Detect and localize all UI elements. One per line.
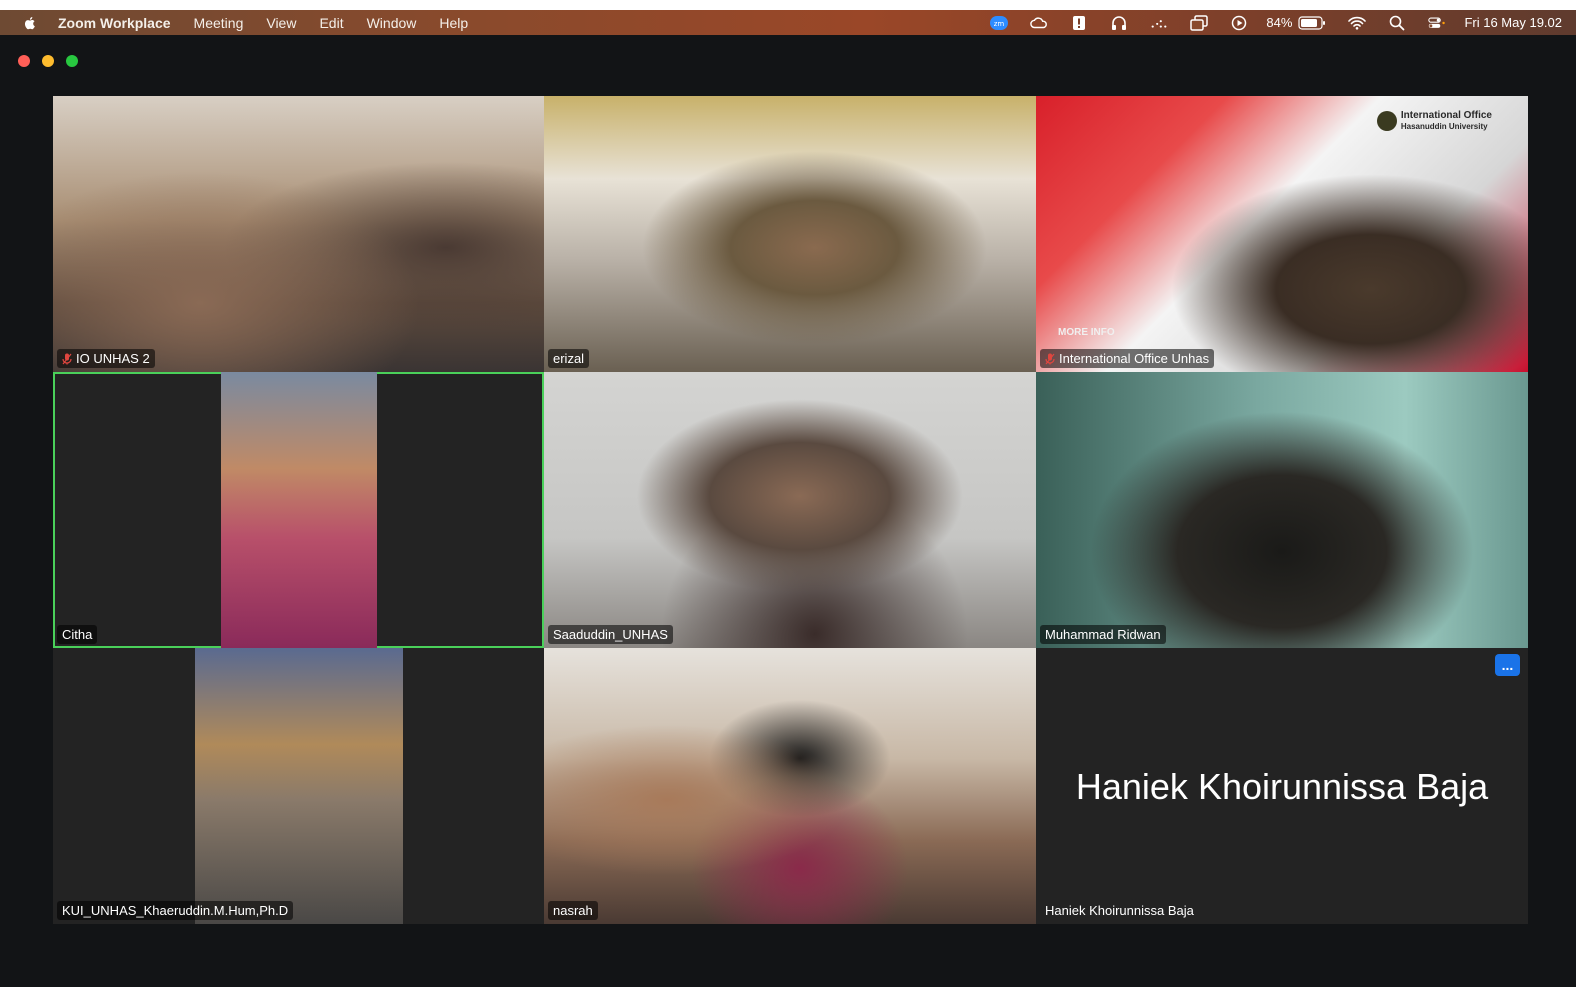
apple-icon[interactable] <box>22 15 38 31</box>
muted-mic-icon <box>1045 353 1055 364</box>
participant-name: IO UNHAS 2 <box>76 351 150 366</box>
participant-name-label: Saaduddin_UNHAS <box>548 625 673 644</box>
participant-name-label: Citha <box>57 625 98 644</box>
participant-display-name: Haniek Khoirunnissa Baja <box>1075 766 1489 807</box>
participant-name-label: International Office Unhas <box>1040 349 1215 368</box>
video-tile-kui-unhas-khaeruddin[interactable]: KUI_UNHAS_Khaeruddin.M.Hum,Ph.D <box>53 648 544 924</box>
play-icon[interactable] <box>1230 15 1248 31</box>
zoom-button[interactable] <box>66 55 78 67</box>
participant-video <box>544 372 1036 648</box>
participant-name: nasrah <box>553 903 593 918</box>
menu-edit[interactable]: Edit <box>319 15 343 31</box>
video-tile-erizal[interactable]: erizal <box>544 96 1036 372</box>
video-tile-saaduddin-unhas[interactable]: Saaduddin_UNHAS <box>544 372 1036 648</box>
participant-video <box>544 648 1036 924</box>
battery-icon[interactable] <box>1298 15 1326 31</box>
participant-video <box>195 648 403 924</box>
video-tile-nasrah[interactable]: nasrah <box>544 648 1036 924</box>
search-icon[interactable] <box>1388 15 1406 31</box>
participant-name: Muhammad Ridwan <box>1045 627 1161 642</box>
battery-percent: 84% <box>1266 15 1293 30</box>
participant-name: Citha <box>62 627 93 642</box>
zoom-window: IO UNHAS 2 erizal International Office Ha… <box>0 35 1576 987</box>
video-tile-citha[interactable]: Citha <box>53 372 544 648</box>
video-tile-io-unhas-2[interactable]: IO UNHAS 2 <box>53 96 544 372</box>
control-center-icon[interactable] <box>1428 15 1446 31</box>
svg-text:zm: zm <box>994 20 1005 28</box>
zoom-icon[interactable]: zm <box>990 15 1009 31</box>
participant-video <box>544 96 1036 372</box>
participant-name-label: IO UNHAS 2 <box>57 349 155 368</box>
participant-name: erizal <box>553 351 585 366</box>
creative-cloud-icon[interactable] <box>1030 15 1048 31</box>
minimize-button[interactable] <box>42 55 54 67</box>
window-icon[interactable] <box>1190 14 1209 31</box>
participant-name: Haniek Khoirunnissa Baja <box>1045 903 1194 918</box>
menu-help[interactable]: Help <box>439 15 468 31</box>
window-controls <box>18 55 78 67</box>
international-office-logo: International Office Hasanuddin Universit… <box>1376 110 1492 132</box>
participant-name-label: nasrah <box>548 901 598 920</box>
university-seal-icon <box>1376 111 1397 131</box>
alert-icon[interactable] <box>1070 15 1088 31</box>
dots-icon[interactable] <box>1150 15 1168 31</box>
headphones-icon[interactable] <box>1110 15 1128 31</box>
video-tile-international-office-unhas[interactable]: International Office Hasanuddin Universit… <box>1036 96 1528 372</box>
video-tile-muhammad-ridwan[interactable]: Muhammad Ridwan <box>1036 372 1528 648</box>
menu-window[interactable]: Window <box>367 15 417 31</box>
participant-name-label: Muhammad Ridwan <box>1040 625 1166 644</box>
participant-video <box>53 96 544 372</box>
menu-app-name[interactable]: Zoom Workplace <box>58 15 171 31</box>
participant-name-label: KUI_UNHAS_Khaeruddin.M.Hum,Ph.D <box>57 901 294 920</box>
participant-name: Saaduddin_UNHAS <box>553 627 668 642</box>
menu-bar: Zoom Workplace Meeting View Edit Window … <box>0 10 1576 35</box>
muted-mic-icon <box>62 353 72 364</box>
participant-name: KUI_UNHAS_Khaeruddin.M.Hum,Ph.D <box>62 903 289 918</box>
participant-name: International Office Unhas <box>1059 351 1210 366</box>
close-button[interactable] <box>18 55 30 67</box>
video-tile-haniek-khoirunnissa-baja[interactable]: ... Haniek Khoirunnissa Baja Haniek Khoi… <box>1036 648 1528 924</box>
participant-name-label: Haniek Khoirunnissa Baja <box>1040 901 1199 920</box>
menu-meeting[interactable]: Meeting <box>194 15 244 31</box>
menu-view[interactable]: View <box>266 15 296 31</box>
participant-name-label: erizal <box>548 349 590 368</box>
wifi-icon[interactable] <box>1348 15 1367 31</box>
participant-video <box>1036 372 1528 648</box>
participant-video <box>221 372 377 648</box>
more-options-button[interactable]: ... <box>1495 654 1520 676</box>
menubar-clock[interactable]: Fri 16 May 19.02 <box>1464 15 1562 30</box>
banner-more-info: MORE INFO <box>1058 327 1115 338</box>
